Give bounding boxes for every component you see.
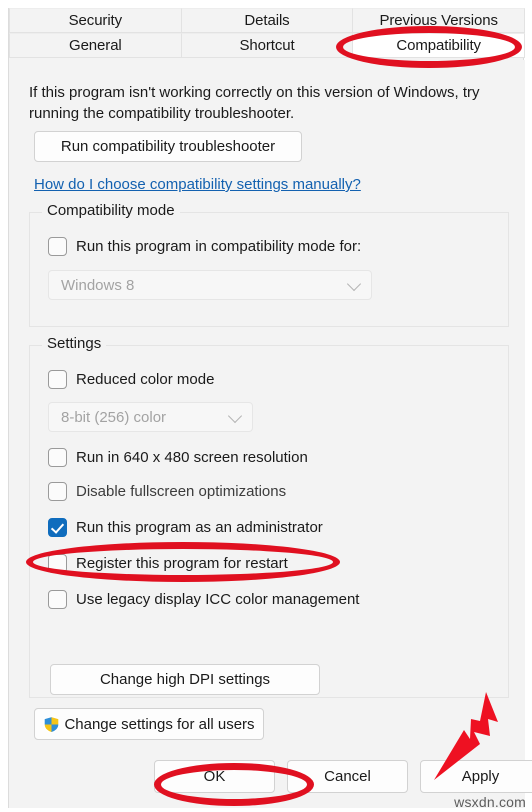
tab-label: Security	[68, 12, 123, 29]
tab-label: Compatibility	[396, 37, 481, 54]
tab-security[interactable]: Security	[9, 8, 182, 33]
run-as-administrator-checkbox[interactable]	[48, 517, 67, 537]
checkbox-label: Use legacy display ICC color management	[76, 590, 360, 608]
dialog-footer: OK Cancel Apply	[9, 746, 532, 808]
run-640x480-checkbox[interactable]	[48, 447, 67, 467]
checkbox-row-reduced-color-mode[interactable]: Reduced color mode	[48, 368, 214, 390]
group-title: Compatibility mode	[42, 202, 180, 219]
checkbox-row-register-for-restart[interactable]: Register this program for restart	[48, 552, 288, 574]
chevron-down-icon	[346, 276, 362, 292]
tab-label: Details	[244, 12, 290, 29]
legacy-icc-color-checkbox[interactable]	[48, 589, 67, 609]
disable-fullscreen-optimizations-checkbox[interactable]	[48, 481, 67, 501]
checkbox-label: Run this program as an administrator	[76, 518, 323, 536]
properties-dialog: Security Details Previous Versions Gener…	[8, 8, 532, 808]
compatibility-tab-panel: If this program isn't working correctly …	[9, 60, 532, 808]
reduced-color-mode-checkbox[interactable]	[48, 369, 67, 389]
tab-compatibility[interactable]: Compatibility	[352, 33, 526, 58]
compatibility-mode-os-dropdown[interactable]: Windows 8	[48, 270, 372, 300]
button-label: Change settings for all users	[64, 715, 255, 733]
button-label: Change high DPI settings	[99, 671, 271, 688]
watermark: wsxdn.com	[454, 794, 526, 810]
dropdown-value: Windows 8	[61, 276, 135, 294]
compatibility-mode-group: Compatibility mode Run this program in c…	[29, 202, 509, 327]
register-for-restart-checkbox[interactable]	[48, 553, 67, 573]
tab-label: Previous Versions	[379, 12, 498, 29]
checkbox-row-640x480[interactable]: Run in 640 x 480 screen resolution	[48, 446, 308, 468]
button-label: Run compatibility troubleshooter	[60, 138, 276, 155]
group-title: Settings	[42, 335, 107, 352]
checkbox-label: Run in 640 x 480 screen resolution	[76, 448, 308, 466]
tab-strip: Security Details Previous Versions Gener…	[9, 8, 526, 58]
checkbox-row-compatibility-mode[interactable]: Run this program in compatibility mode f…	[48, 235, 361, 257]
change-settings-for-all-users-button[interactable]: Change settings for all users	[34, 708, 264, 740]
tab-row-2: General Shortcut Compatibility	[9, 33, 526, 58]
settings-group: Settings Reduced color mode 8-bit (256) …	[29, 335, 509, 698]
tab-label: Shortcut	[239, 37, 295, 54]
checkbox-label: Reduced color mode	[76, 370, 215, 388]
color-depth-dropdown[interactable]: 8-bit (256) color	[48, 402, 253, 432]
button-label: OK	[203, 768, 226, 785]
compatibility-settings-help-link[interactable]: How do I choose compatibility settings m…	[34, 176, 361, 193]
checkbox-label: Disable fullscreen optimizations	[76, 482, 287, 500]
tab-details[interactable]: Details	[180, 8, 354, 33]
chevron-down-icon	[227, 408, 243, 424]
compatibility-mode-checkbox[interactable]	[48, 236, 67, 256]
ok-button[interactable]: OK	[154, 760, 275, 793]
change-high-dpi-settings-button[interactable]: Change high DPI settings	[50, 664, 320, 695]
button-label: Cancel	[324, 768, 371, 785]
dropdown-value: 8-bit (256) color	[61, 408, 167, 426]
tab-previous-versions[interactable]: Previous Versions	[352, 8, 526, 33]
tab-label: General	[69, 37, 122, 54]
apply-button[interactable]: Apply	[420, 760, 532, 793]
button-label: Apply	[461, 768, 500, 785]
run-compatibility-troubleshooter-button[interactable]: Run compatibility troubleshooter	[34, 131, 302, 162]
checkbox-row-disable-fullscreen-optimizations[interactable]: Disable fullscreen optimizations	[48, 480, 286, 502]
uac-shield-icon	[43, 715, 61, 733]
intro-text: If this program isn't working correctly …	[29, 84, 480, 122]
tab-shortcut[interactable]: Shortcut	[180, 33, 354, 58]
tab-row-1: Security Details Previous Versions	[9, 8, 526, 33]
checkbox-row-run-as-administrator[interactable]: Run this program as an administrator	[48, 516, 323, 538]
tab-general[interactable]: General	[9, 33, 182, 58]
checkbox-row-legacy-icc-color[interactable]: Use legacy display ICC color management	[48, 588, 359, 610]
cancel-button[interactable]: Cancel	[287, 760, 408, 793]
checkbox-label: Run this program in compatibility mode f…	[76, 237, 362, 255]
checkbox-label: Register this program for restart	[76, 554, 288, 572]
